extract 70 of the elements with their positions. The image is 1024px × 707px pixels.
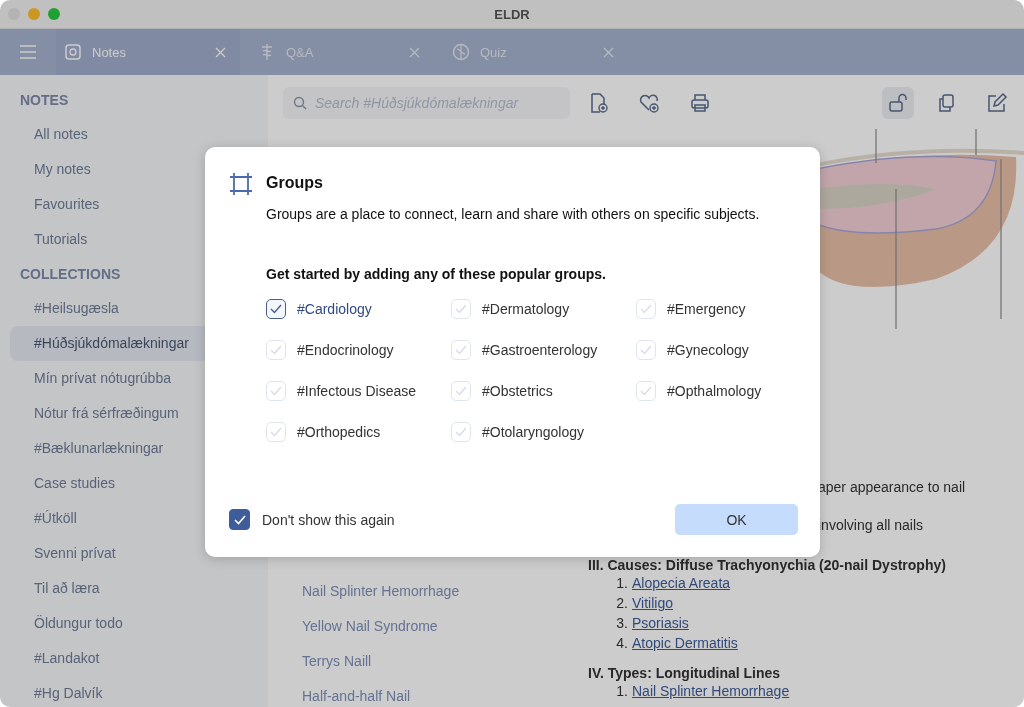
- sidebar-item[interactable]: Öldungur todo: [10, 606, 258, 641]
- note-link[interactable]: Atopic Dermatitis: [632, 633, 738, 653]
- minimize-window-button[interactable]: [28, 8, 40, 20]
- list-number: 1.: [615, 574, 628, 593]
- frame-icon: [229, 172, 253, 196]
- note-list-item[interactable]: Nail Splinter Hemorrhage: [302, 574, 586, 609]
- list-number: 2.: [615, 594, 628, 613]
- dialog-description: Groups are a place to connect, learn and share with others on specific subjects.: [266, 206, 761, 222]
- group-checkbox[interactable]: [266, 298, 286, 319]
- note-heading: IV. Types: Longitudinal Lines: [588, 665, 782, 681]
- note-link[interactable]: Vitiligo: [632, 593, 673, 613]
- zoom-window-button[interactable]: [48, 8, 60, 20]
- tab[interactable]: Notes: [56, 29, 240, 75]
- group-label[interactable]: #Emergency: [667, 300, 746, 317]
- note-heading: III. Causes: Diffuse Trachyonychia (20-nail Dystrophy): [588, 557, 947, 573]
- note-link[interactable]: Nail Splinter Hemorrhage: [632, 681, 790, 701]
- dialog-prompt: Get started by adding any of these popular groups.: [266, 266, 607, 282]
- ok-button[interactable]: OK: [675, 504, 798, 535]
- group-label[interactable]: #Gynecology: [667, 341, 749, 358]
- section-heading: NOTES: [19, 91, 70, 110]
- group-label[interactable]: #Cardiology: [297, 300, 372, 317]
- checkmark-icon: [640, 385, 652, 396]
- menu-icon[interactable]: [19, 45, 37, 59]
- list-number: 3.: [615, 614, 628, 633]
- list-number: 4.: [615, 634, 628, 653]
- print-icon[interactable]: [689, 92, 711, 114]
- brain-icon: [452, 43, 470, 61]
- checkmark-icon: [640, 344, 652, 355]
- checkmark-icon: [233, 514, 246, 525]
- sidebar-item[interactable]: #Hg Dalvík: [10, 676, 258, 707]
- note-icon: [64, 43, 82, 61]
- group-label[interactable]: #Gastroenterology: [482, 341, 598, 358]
- checkmark-icon: [270, 426, 282, 437]
- group-label[interactable]: #Obstetrics: [482, 382, 553, 399]
- checkmark-icon: [270, 344, 282, 355]
- window-title: ELDR: [494, 6, 530, 22]
- list-number: 1.: [615, 682, 628, 701]
- group-label[interactable]: #Endocrinology: [297, 341, 394, 358]
- section-heading: COLLECTIONS: [19, 265, 122, 284]
- checkmark-icon: [640, 303, 652, 314]
- close-icon[interactable]: [603, 46, 614, 58]
- group-label[interactable]: #Orthopedics: [297, 423, 381, 440]
- lock-button[interactable]: [882, 87, 914, 119]
- note-list-item[interactable]: Terrys Naill: [302, 644, 586, 679]
- note-list-item[interactable]: Yellow Nail Syndrome: [302, 609, 586, 644]
- tab-label: Notes: [92, 44, 127, 60]
- note-link[interactable]: Psoriasis: [632, 613, 689, 633]
- sidebar-item[interactable]: Til að læra: [10, 571, 258, 606]
- checkmark-icon: [455, 426, 467, 437]
- dialog-title: Groups: [266, 174, 324, 192]
- unlock-icon: [887, 92, 909, 114]
- close-icon[interactable]: [215, 46, 226, 58]
- note-list-item[interactable]: Half-and-half Nail: [302, 679, 586, 707]
- note-link[interactable]: Alopecia Areata: [632, 573, 731, 593]
- sidebar-item[interactable]: All notes: [10, 117, 258, 152]
- sidebar-item[interactable]: #Landakot: [10, 641, 258, 676]
- group-label[interactable]: #Otolaryngology: [482, 423, 584, 440]
- group-label[interactable]: #Opthalmology: [667, 382, 762, 399]
- checkmark-icon: [270, 385, 282, 396]
- dont-show-checkbox[interactable]: [229, 509, 250, 530]
- close-icon[interactable]: [409, 46, 420, 58]
- checkmark-icon: [270, 303, 282, 314]
- edit-icon[interactable]: [986, 92, 1008, 114]
- heart-plus-icon[interactable]: [638, 92, 660, 114]
- checkmark-icon: [455, 344, 467, 355]
- group-label[interactable]: #Dermatology: [482, 300, 570, 317]
- checkmark-icon: [455, 303, 467, 314]
- group-label[interactable]: #Infectous Disease: [297, 382, 417, 399]
- checkmark-icon: [455, 385, 467, 396]
- checkbox-label[interactable]: Don't show this again: [262, 511, 395, 528]
